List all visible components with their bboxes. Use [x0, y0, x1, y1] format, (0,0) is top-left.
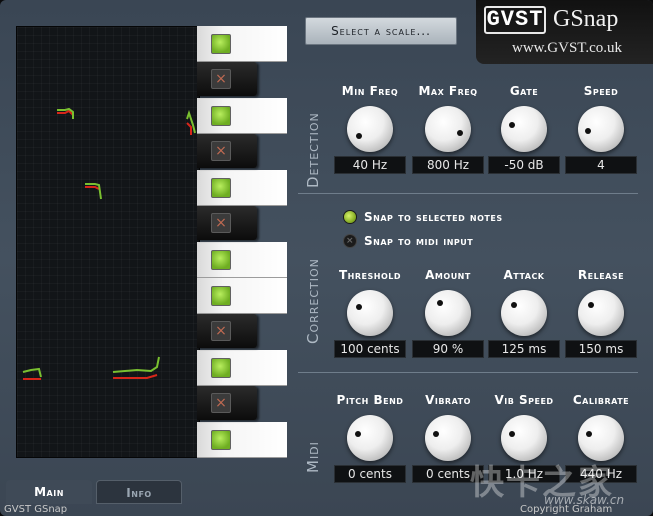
- knob-title: Threshold: [338, 268, 401, 282]
- knob-group: Threshold 100 cents: [332, 268, 408, 358]
- white-key[interactable]: [197, 26, 287, 62]
- gsnap-plugin-window: × × × × × GVST GSnap www.GVST.co.uk Select a…: [0, 0, 653, 516]
- knob-title: Amount: [425, 268, 471, 282]
- knob-title: Speed: [583, 84, 619, 98]
- watermark-url: www.skaw.cn: [544, 493, 625, 507]
- knob-title: Attack: [503, 268, 545, 282]
- knob-value-display: 0 cents: [334, 465, 406, 483]
- rotary-knob[interactable]: [578, 290, 624, 336]
- knob-value-display: 800 Hz: [412, 156, 484, 174]
- rotary-knob[interactable]: [501, 290, 547, 336]
- rotary-knob[interactable]: [578, 106, 624, 152]
- note-disabled-icon[interactable]: ×: [211, 321, 231, 341]
- product-name: GSnap: [553, 6, 619, 32]
- knob-value-display: 100 cents: [334, 340, 406, 358]
- note-enabled-icon[interactable]: [211, 285, 231, 306]
- rotary-knob[interactable]: [347, 290, 393, 336]
- tab-main[interactable]: Main: [6, 480, 92, 504]
- rotary-knob[interactable]: [347, 106, 393, 152]
- snap-selected-notes-option[interactable]: Snap to selected notes: [344, 210, 503, 224]
- snap-midi-input-label: Snap to midi input: [364, 234, 474, 248]
- knob-title: Vib Speed: [494, 393, 554, 407]
- knob-group: Attack 125 ms: [486, 268, 562, 358]
- pitch-trace: [22, 107, 196, 380]
- radio-on-icon: [344, 211, 356, 223]
- knob-indicator-icon: [355, 132, 362, 139]
- knob-indicator-icon: [354, 430, 361, 437]
- white-key[interactable]: [197, 170, 287, 206]
- knob-title: Vibrato: [425, 393, 471, 407]
- black-key[interactable]: ×: [197, 314, 257, 348]
- note-enabled-icon[interactable]: [211, 429, 231, 450]
- knob-group: Release 150 ms: [563, 268, 639, 358]
- gvst-mark: GVST: [484, 6, 546, 34]
- rotary-knob[interactable]: [425, 415, 471, 461]
- white-key[interactable]: [197, 350, 287, 386]
- knob-value-display: 125 ms: [488, 340, 560, 358]
- knob-value-display: 90 %: [412, 340, 484, 358]
- note-enabled-icon[interactable]: [211, 177, 231, 198]
- note-enabled-icon[interactable]: [211, 249, 231, 270]
- knob-indicator-icon: [585, 430, 592, 437]
- knob-indicator-icon: [585, 128, 592, 135]
- tab-info[interactable]: Info: [96, 480, 182, 504]
- black-key[interactable]: ×: [197, 386, 257, 420]
- knob-title: Pitch Bend: [336, 393, 404, 407]
- black-key[interactable]: ×: [197, 62, 257, 96]
- knob-group: Min Freq 40 Hz: [332, 84, 408, 174]
- pitch-trace-graph: [22, 107, 196, 380]
- rotary-knob[interactable]: [347, 415, 393, 461]
- snap-midi-input-option[interactable]: × Snap to midi input: [344, 234, 473, 248]
- website-url: www.GVST.co.uk: [512, 40, 622, 56]
- note-enabled-icon[interactable]: [211, 33, 231, 54]
- knob-group: Max Freq 800 Hz: [410, 84, 486, 174]
- pitch-display: [16, 26, 200, 458]
- knob-group: Gate -50 dB: [486, 84, 562, 174]
- note-enabled-icon[interactable]: [211, 357, 231, 378]
- knob-indicator-icon: [436, 300, 443, 307]
- knob-indicator-icon: [355, 303, 362, 310]
- white-key[interactable]: [197, 98, 287, 134]
- knob-title: Max Freq: [418, 84, 478, 98]
- detection-label: Detection: [304, 112, 322, 188]
- black-key[interactable]: ×: [197, 206, 257, 240]
- black-key[interactable]: ×: [197, 134, 257, 168]
- gvst-logo: GVST GSnap www.GVST.co.uk: [476, 0, 653, 64]
- knob-value-display: 150 ms: [565, 340, 637, 358]
- knob-title: Min Freq: [341, 84, 399, 98]
- knob-group: Speed 4: [563, 84, 639, 174]
- knob-title: Calibrate: [572, 393, 630, 407]
- knob-indicator-icon: [511, 301, 518, 308]
- knob-indicator-icon: [588, 301, 595, 308]
- knob-indicator-icon: [508, 121, 515, 128]
- radio-off-icon: ×: [344, 235, 356, 247]
- rotary-knob[interactable]: [425, 106, 471, 152]
- knob-group: Pitch Bend 0 cents: [332, 393, 408, 483]
- footer-product: GVST GSnap: [4, 504, 68, 515]
- note-disabled-icon[interactable]: ×: [211, 69, 231, 89]
- knob-value-display: 40 Hz: [334, 156, 406, 174]
- note-keyboard: × × × × ×: [197, 26, 289, 458]
- white-key[interactable]: [197, 242, 287, 278]
- knob-group: Amount 90 %: [410, 268, 486, 358]
- note-enabled-icon[interactable]: [211, 105, 231, 126]
- knob-indicator-icon: [432, 430, 439, 437]
- knob-title: Gate: [509, 84, 539, 98]
- white-key[interactable]: [197, 278, 287, 314]
- snap-selected-notes-label: Snap to selected notes: [364, 210, 503, 224]
- knob-indicator-icon: [457, 130, 464, 137]
- knob-value-display: -50 dB: [488, 156, 560, 174]
- white-key[interactable]: [197, 422, 287, 458]
- knob-indicator-icon: [508, 430, 515, 437]
- note-disabled-icon[interactable]: ×: [211, 393, 231, 413]
- rotary-knob[interactable]: [501, 106, 547, 152]
- correction-label: Correction: [304, 258, 322, 344]
- knob-title: Release: [577, 268, 625, 282]
- midi-label: Midi: [304, 441, 322, 473]
- note-disabled-icon[interactable]: ×: [211, 213, 231, 233]
- select-scale-button[interactable]: Select a scale...: [305, 17, 457, 45]
- rotary-knob[interactable]: [425, 290, 471, 336]
- knob-value-display: 4: [565, 156, 637, 174]
- note-disabled-icon[interactable]: ×: [211, 141, 231, 161]
